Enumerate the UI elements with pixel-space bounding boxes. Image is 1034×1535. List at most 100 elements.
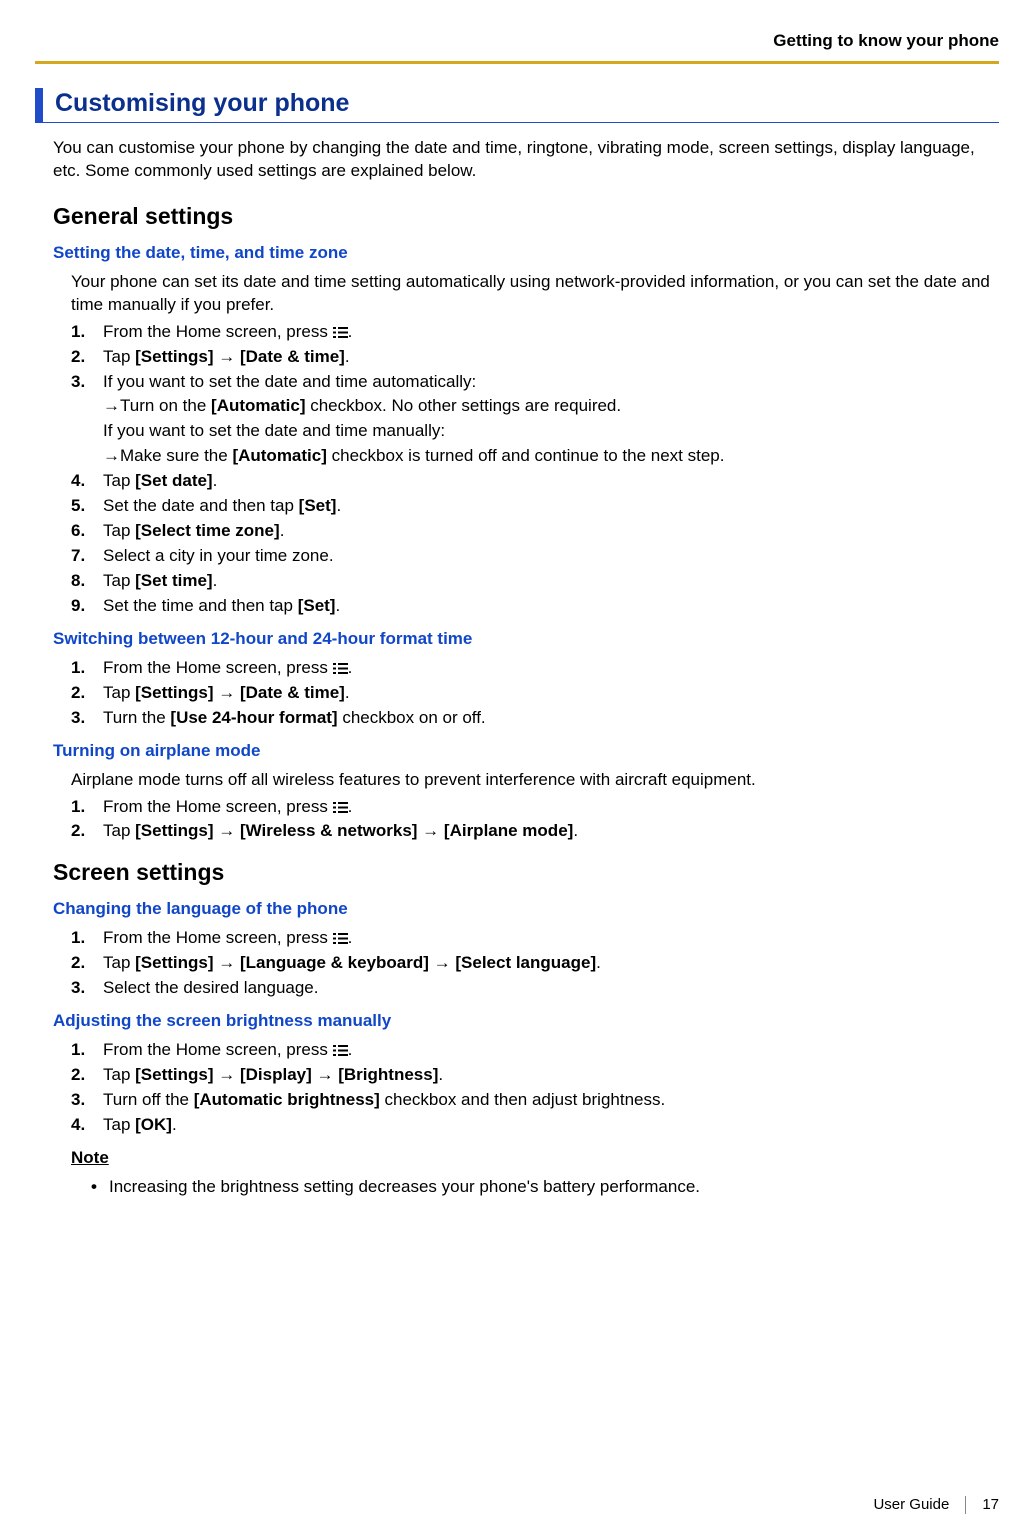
ui-label: [Select language] xyxy=(455,953,596,972)
step-text: . xyxy=(213,571,218,590)
step-text: . xyxy=(573,821,578,840)
step-item: Select a city in your time zone. xyxy=(71,545,999,568)
ui-label: [Airplane mode] xyxy=(444,821,573,840)
ui-label: [Automatic brightness] xyxy=(194,1090,380,1109)
step-item: Select the desired language. xyxy=(71,977,999,1000)
step-item: Turn off the [Automatic brightness] chec… xyxy=(71,1089,999,1112)
step-text: From the Home screen, press xyxy=(103,928,333,947)
steps-list: From the Home screen, press . Tap [Setti… xyxy=(71,796,999,844)
step-item: From the Home screen, press . xyxy=(71,1039,999,1062)
steps-list: From the Home screen, press . Tap [Setti… xyxy=(71,1039,999,1137)
subsection-airplane: Turning on airplane mode xyxy=(53,740,999,763)
step-text: . xyxy=(336,496,341,515)
menu-icon xyxy=(333,801,348,814)
step-text: checkbox is turned off and continue to t… xyxy=(327,446,725,465)
lead-text: Your phone can set its date and time set… xyxy=(71,271,999,317)
sub-line: If you want to set the date and time man… xyxy=(103,420,999,443)
steps-list: From the Home screen, press . Tap [Setti… xyxy=(71,657,999,730)
step-item: From the Home screen, press . xyxy=(71,321,999,344)
step-text: . xyxy=(213,471,218,490)
step-text: → xyxy=(429,953,455,972)
step-text: From the Home screen, press xyxy=(103,797,333,816)
subsection-hourformat: Switching between 12-hour and 24-hour fo… xyxy=(53,628,999,651)
sub-line: →Make sure the [Automatic] checkbox is t… xyxy=(103,445,999,468)
steps-list: From the Home screen, press . Tap [Setti… xyxy=(71,927,999,1000)
ui-label: [Set] xyxy=(299,496,337,515)
section-screen-settings: Screen settings xyxy=(53,857,999,888)
ui-label: [Date & time] xyxy=(240,347,345,366)
step-text: → xyxy=(214,347,240,366)
step-item: Tap [Settings] → [Display] → [Brightness… xyxy=(71,1064,999,1087)
step-item: Tap [Settings] → [Language & keyboard] →… xyxy=(71,952,999,975)
step-text: Turn the xyxy=(103,708,170,727)
step-text: . xyxy=(438,1065,443,1084)
ui-label: [Settings] xyxy=(135,953,213,972)
step-text: . xyxy=(348,797,353,816)
step-item: Tap [Settings] → [Date & time]. xyxy=(71,682,999,705)
step-text: Tap xyxy=(103,521,135,540)
step-text: Tap xyxy=(103,347,135,366)
intro-paragraph: You can customise your phone by changing… xyxy=(53,137,999,183)
step-item: From the Home screen, press . xyxy=(71,657,999,680)
menu-icon xyxy=(333,1044,348,1057)
chapter-title: Getting to know your phone xyxy=(35,30,999,53)
step-text: Tap xyxy=(103,953,135,972)
step-text: . xyxy=(596,953,601,972)
step-text: Set the time and then tap xyxy=(103,596,298,615)
step-item: Set the date and then tap [Set]. xyxy=(71,495,999,518)
step-text: Tap xyxy=(103,1115,135,1134)
page-footer: User Guide 17 xyxy=(873,1495,999,1515)
step-text: . xyxy=(348,658,353,677)
step-item: Tap [OK]. xyxy=(71,1114,999,1137)
page-number: 17 xyxy=(982,1495,999,1515)
steps-list: From the Home screen, press . Tap [Setti… xyxy=(71,321,999,618)
subsection-brightness: Adjusting the screen brightness manually xyxy=(53,1010,999,1033)
ui-label: [Automatic] xyxy=(211,396,305,415)
ui-label: [Settings] xyxy=(135,1065,213,1084)
step-text: → xyxy=(214,683,240,702)
step-item: Tap [Settings] → [Date & time]. xyxy=(71,346,999,369)
ui-label: [Language & keyboard] xyxy=(240,953,429,972)
step-text: Tap xyxy=(103,1065,135,1084)
subsection-language: Changing the language of the phone xyxy=(53,898,999,921)
ui-label: [Date & time] xyxy=(240,683,345,702)
ui-label: [Settings] xyxy=(135,347,213,366)
step-text: Tap xyxy=(103,471,135,490)
step-text: → xyxy=(214,1065,240,1084)
step-text: . xyxy=(280,521,285,540)
step-item: From the Home screen, press . xyxy=(71,796,999,819)
step-text: . xyxy=(345,683,350,702)
step-text: checkbox. No other settings are required… xyxy=(306,396,622,415)
header-rule xyxy=(35,61,999,64)
lead-text: Airplane mode turns off all wireless fea… xyxy=(71,769,999,792)
step-item: Set the time and then tap [Set]. xyxy=(71,595,999,618)
ui-label: [Set time] xyxy=(135,571,212,590)
step-text: Set the date and then tap xyxy=(103,496,299,515)
menu-icon xyxy=(333,326,348,339)
page-title: Customising your phone xyxy=(35,88,999,123)
section-general-settings: General settings xyxy=(53,201,999,232)
step-text: From the Home screen, press xyxy=(103,322,333,341)
ui-label: [Set] xyxy=(298,596,336,615)
step-text: . xyxy=(348,322,353,341)
menu-icon xyxy=(333,932,348,945)
step-text: → xyxy=(214,821,240,840)
ui-label: [Display] xyxy=(240,1065,312,1084)
step-item: From the Home screen, press . xyxy=(71,927,999,950)
step-text: checkbox and then adjust brightness. xyxy=(380,1090,665,1109)
step-item: Tap [Settings] → [Wireless & networks] →… xyxy=(71,820,999,843)
step-item: Tap [Select time zone]. xyxy=(71,520,999,543)
step-text: . xyxy=(348,1040,353,1059)
step-text: → xyxy=(214,953,240,972)
step-text: → xyxy=(312,1065,338,1084)
ui-label: [Automatic] xyxy=(232,446,326,465)
step-text: . xyxy=(172,1115,177,1134)
subsection-datetime: Setting the date, time, and time zone xyxy=(53,242,999,265)
step-text: . xyxy=(345,347,350,366)
arrow-icon: →Turn on the xyxy=(103,396,211,415)
step-item: Tap [Set date]. xyxy=(71,470,999,493)
ui-label: [Settings] xyxy=(135,821,213,840)
step-text: From the Home screen, press xyxy=(103,658,333,677)
step-text: From the Home screen, press xyxy=(103,1040,333,1059)
step-text: → xyxy=(417,821,443,840)
